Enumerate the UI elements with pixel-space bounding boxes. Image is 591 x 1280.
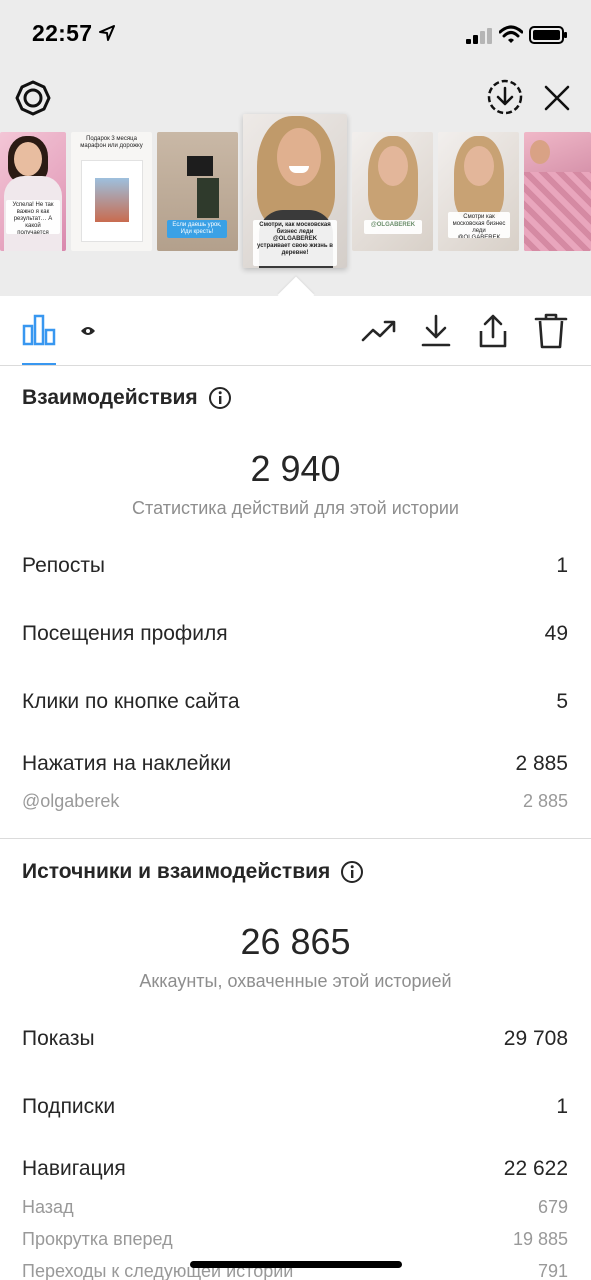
thumbnail-face	[378, 146, 408, 186]
story-thumbnail[interactable]: @OLGABEREK	[352, 132, 433, 251]
save-story-button[interactable]	[484, 76, 526, 118]
download-icon[interactable]	[420, 313, 452, 349]
share-icon[interactable]	[477, 313, 509, 349]
story-thumbnail-selected[interactable]: Смотри, как московская бизнес леди @OLGA…	[243, 114, 347, 268]
bar-chart-icon[interactable]	[22, 314, 56, 346]
settings-button[interactable]	[12, 77, 54, 119]
stat-row: Навигация 22 622	[22, 1157, 568, 1181]
section-title: Источники и взаимодействия	[22, 860, 331, 883]
stat-value: 19 885	[512, 1229, 568, 1249]
stat-value: 5	[556, 690, 568, 713]
thumbnail-photo	[95, 178, 129, 222]
wifi-icon	[499, 25, 523, 43]
home-indicator[interactable]	[190, 1261, 402, 1268]
tab-active-indicator	[22, 363, 56, 365]
stat-subrow: @olgaberek 2 885	[22, 791, 568, 812]
thumbnail-fabric	[524, 172, 591, 251]
thumbnail-face	[277, 128, 321, 186]
thumbnail-caption: Подарок 3 месяца марафон или дорожку	[80, 136, 143, 149]
stat-value: 2 885	[515, 752, 568, 775]
stat-label: Прокрутка вперед	[22, 1229, 173, 1249]
stat-subrow: Прокрутка вперед 19 885	[22, 1229, 568, 1250]
settings-icon	[15, 80, 51, 116]
location-arrow-icon	[99, 25, 115, 41]
stat-row: Репосты 1	[22, 554, 568, 578]
section-divider	[0, 838, 591, 839]
stat-value: 29 708	[503, 1027, 568, 1050]
thumbnail-face	[530, 140, 550, 164]
stat-label: Посещения профиля	[22, 622, 228, 645]
stat-value: 1	[556, 554, 568, 577]
story-thumbnail[interactable]: Успела! Не так важно я как результат… А …	[0, 132, 66, 251]
thumbnail-face	[464, 146, 494, 186]
thumbnail-screen	[197, 178, 219, 218]
sources-caption: Аккаунты, охваченные этой историей	[139, 971, 452, 991]
stat-value: 679	[537, 1197, 568, 1217]
stat-label: Навигация	[22, 1157, 126, 1180]
close-icon	[544, 85, 570, 111]
interactions-total: 2 940	[250, 448, 341, 489]
stat-subrow: Назад 679	[22, 1197, 568, 1218]
stat-label: Нажатия на наклейки	[22, 752, 232, 775]
sources-total: 26 865	[240, 921, 351, 962]
thumbnail-caption: Если даешь урок, Иди кресть!	[167, 220, 227, 238]
thumbnail-caption: Смотри как московская бизнес леди @OLGAB…	[448, 212, 510, 238]
stat-row: Посещения профиля 49	[22, 622, 568, 646]
stat-label: Клики по кнопке сайта	[22, 690, 240, 713]
thumbnail-face	[14, 142, 42, 176]
insights-tab-bar	[0, 296, 591, 366]
status-bar: 22:57	[0, 0, 591, 70]
close-button[interactable]	[537, 78, 577, 118]
story-preview-header: 22:57 Успела! Не так важно я как результ…	[0, 0, 591, 314]
stat-value: 2 885	[522, 791, 568, 811]
stat-row: Клики по кнопке сайта 5	[22, 690, 568, 714]
thumbnail-tv	[187, 156, 213, 176]
thumbnail-caption: @OLGABEREK	[364, 220, 422, 234]
info-icon[interactable]	[208, 386, 232, 410]
trash-icon[interactable]	[534, 312, 568, 350]
stat-value: 22 622	[503, 1157, 568, 1180]
stat-label: Подписки	[22, 1095, 116, 1118]
story-thumbnail[interactable]: Подарок 3 месяца марафон или дорожку	[71, 132, 152, 251]
interactions-header: Взаимодействия	[22, 386, 232, 410]
stat-label: Показы	[22, 1027, 95, 1050]
info-icon[interactable]	[340, 860, 364, 884]
stat-row: Подписки 1	[22, 1095, 568, 1119]
cellular-signal-icon	[466, 28, 492, 44]
stat-value: 1	[556, 1095, 568, 1118]
sources-header: Источники и взаимодействия	[22, 860, 364, 884]
status-time: 22:57	[32, 20, 93, 46]
stat-label: Назад	[22, 1197, 74, 1217]
story-thumbnail[interactable]	[524, 132, 591, 251]
trending-icon[interactable]	[361, 318, 397, 344]
section-title: Взаимодействия	[22, 386, 198, 409]
download-circle-icon	[487, 79, 523, 115]
thumbnail-caption: Успела! Не так важно я как результат… А …	[6, 200, 60, 234]
insights-sheet: Взаимодействия 2 940 Статистика действий…	[0, 296, 591, 1280]
stat-row: Нажатия на наклейки 2 885	[22, 752, 568, 776]
story-thumbnail[interactable]: Смотри как московская бизнес леди @OLGAB…	[438, 132, 519, 251]
stat-value: 791	[537, 1261, 568, 1280]
story-thumbnail-strip: Успела! Не так важно я как результат… А …	[0, 114, 591, 274]
stat-value: 49	[544, 622, 568, 645]
stat-label: Репосты	[22, 554, 106, 577]
thumbnail-caption: Смотри, как московская бизнес леди @OLGA…	[253, 220, 337, 266]
eye-icon[interactable]	[80, 325, 96, 337]
story-thumbnail[interactable]: Если даешь урок, Иди кресть!	[157, 132, 238, 251]
interactions-caption: Статистика действий для этой истории	[132, 498, 459, 518]
stat-label: @olgaberek	[22, 791, 120, 811]
battery-icon	[529, 26, 567, 44]
stat-row: Показы 29 708	[22, 1027, 568, 1051]
